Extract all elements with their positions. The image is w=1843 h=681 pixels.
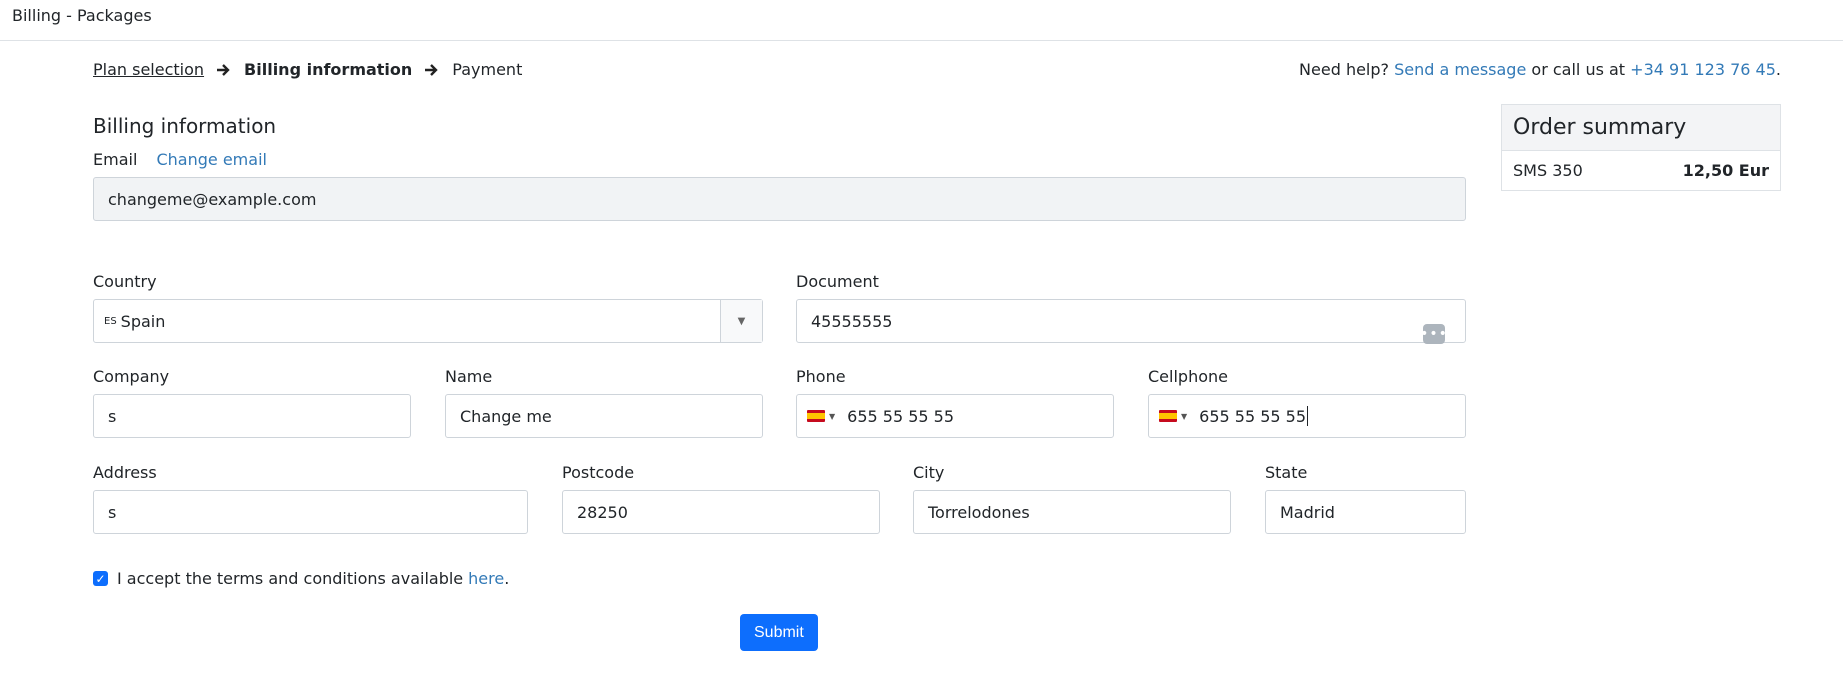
country-flag-dropdown[interactable]: ▼ — [1159, 410, 1187, 422]
country-code: ES — [104, 315, 117, 327]
breadcrumb-billing-information: Billing information — [244, 60, 413, 79]
country-value: Spain — [120, 311, 166, 331]
arrow-right-icon — [217, 63, 230, 76]
help-suffix: . — [1775, 60, 1781, 79]
phone-label: Phone — [796, 367, 846, 386]
postcode-value: 28250 — [577, 502, 628, 522]
cellphone-value: 655 55 55 55 — [1199, 406, 1307, 426]
email-label-row: Email Change email — [93, 150, 267, 169]
section-title: Billing information — [93, 114, 277, 138]
company-field[interactable]: s — [93, 394, 411, 438]
address-field[interactable]: s — [93, 490, 528, 534]
order-item: SMS 350 — [1513, 161, 1583, 180]
postcode-field[interactable]: 28250 — [562, 490, 880, 534]
breadcrumb: Plan selection Billing information Payme… — [93, 60, 522, 79]
country-label: Country — [93, 272, 157, 291]
order-summary-title: Order summary — [1502, 105, 1780, 151]
terms-row: ✓ I accept the terms and conditions avai… — [93, 569, 509, 588]
city-field[interactable]: Torrelodones — [913, 490, 1231, 534]
phone-link[interactable]: +34 91 123 76 45 — [1630, 60, 1776, 79]
postcode-label: Postcode — [562, 463, 635, 482]
document-value: 45555555 — [811, 311, 893, 331]
caret-down-icon: ▼ — [1181, 411, 1188, 421]
breadcrumb-plan-selection[interactable]: Plan selection — [93, 60, 204, 79]
submit-button[interactable]: Submit — [740, 614, 818, 651]
city-label: City — [913, 463, 945, 482]
phone-field[interactable]: ▼ 655 55 55 55 — [796, 394, 1114, 438]
cellphone-label: Cellphone — [1148, 367, 1228, 386]
name-field[interactable]: Change me — [445, 394, 763, 438]
send-message-link[interactable]: Send a message — [1394, 60, 1526, 79]
email-label: Email — [93, 150, 138, 169]
company-value: s — [108, 406, 117, 426]
cellphone-field[interactable]: ▼ 655 55 55 55 — [1148, 394, 1466, 438]
name-label: Name — [445, 367, 493, 386]
arrow-right-icon — [425, 63, 438, 76]
chevron-down-icon[interactable]: ▼ — [720, 300, 762, 342]
order-price: 12,50 Eur — [1682, 161, 1769, 180]
terms-text: I accept the terms and conditions availa… — [117, 569, 464, 588]
company-label: Company — [93, 367, 170, 386]
help-middle: or call us at — [1531, 60, 1626, 79]
help-text: Need help? Send a message or call us at … — [1299, 60, 1781, 79]
address-label: Address — [93, 463, 157, 482]
help-prefix: Need help? — [1299, 60, 1390, 79]
text-cursor — [1307, 406, 1309, 426]
state-value: Madrid — [1280, 502, 1335, 522]
caret-down-icon: ▼ — [829, 411, 836, 421]
terms-suffix: . — [504, 569, 510, 588]
breadcrumb-payment: Payment — [452, 60, 523, 79]
spain-flag-icon — [807, 410, 825, 422]
order-summary: Order summary SMS 350 12,50 Eur — [1501, 104, 1781, 191]
terms-checkbox[interactable]: ✓ — [93, 571, 108, 586]
change-email-link[interactable]: Change email — [156, 150, 266, 169]
city-value: Torrelodones — [928, 502, 1030, 522]
document-field[interactable]: 45555555 ••• — [796, 299, 1466, 344]
email-field: changeme@example.com — [93, 177, 1466, 221]
name-value: Change me — [460, 406, 552, 426]
country-flag-dropdown[interactable]: ▼ — [807, 410, 835, 422]
terms-link[interactable]: here — [468, 569, 504, 588]
address-value: s — [108, 502, 117, 522]
state-label: State — [1265, 463, 1308, 482]
phone-value: 655 55 55 55 — [847, 406, 955, 426]
document-label: Document — [796, 272, 879, 291]
state-field[interactable]: Madrid — [1265, 490, 1466, 534]
spain-flag-icon — [1159, 410, 1177, 422]
order-summary-row: SMS 350 12,50 Eur — [1502, 151, 1780, 190]
country-select[interactable]: ES Spain ▼ — [93, 299, 763, 343]
email-value: changeme@example.com — [108, 189, 317, 209]
more-options-icon[interactable]: ••• — [1420, 324, 1447, 344]
